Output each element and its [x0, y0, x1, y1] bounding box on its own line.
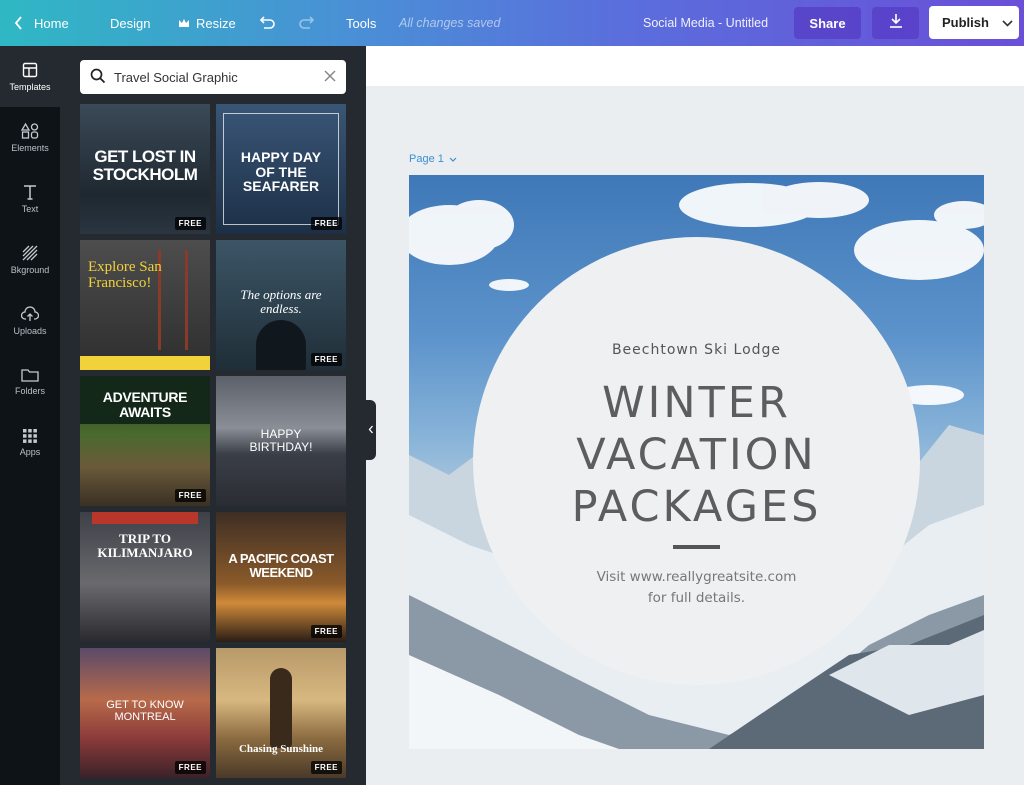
footer-line-2: for full details.: [647, 590, 746, 606]
resize-label: Resize: [196, 15, 236, 31]
date-band: [92, 512, 198, 524]
chevron-down-icon: [449, 153, 457, 165]
collapse-panel-button[interactable]: [366, 400, 376, 460]
sidebar-item-folders[interactable]: Folders: [0, 351, 60, 412]
template-title: TRIP TO KILIMANJARO: [97, 531, 193, 560]
search-input[interactable]: Travel Social Graphic: [114, 70, 238, 85]
design-canvas[interactable]: Beechtown Ski Lodge WINTER VACATION PACKAG…: [409, 175, 984, 749]
editor-toolbar: [366, 46, 1024, 86]
free-badge: FREE: [174, 489, 206, 502]
left-sidebar: Templates Elements Text Bkground Uploads…: [0, 46, 60, 785]
template-title: HAPPY BIRTHDAY!: [249, 427, 313, 454]
sidebar-item-uploads[interactable]: Uploads: [0, 290, 60, 351]
sidebar-item-label: Elements: [11, 142, 49, 153]
crown-icon: [178, 18, 190, 29]
sidebar-item-apps[interactable]: Apps: [0, 412, 60, 473]
template-title: A PACIFIC COAST WEEKEND: [228, 551, 334, 580]
sidebar-item-background[interactable]: Bkground: [0, 229, 60, 290]
sidebar-item-label: Text: [21, 203, 39, 214]
template-thumbnail[interactable]: ADVENTURE AWAITS FREE: [80, 376, 210, 506]
sidebar-item-text[interactable]: Text: [0, 168, 60, 229]
page-label: Page 1: [409, 153, 444, 165]
background-icon: [22, 245, 38, 261]
search-icon: [90, 68, 106, 87]
redo-button[interactable]: [298, 0, 316, 46]
sidebar-item-label: Uploads: [13, 325, 47, 336]
chevron-left-icon: [368, 421, 374, 439]
resize-button[interactable]: Resize: [178, 0, 236, 46]
sidebar-item-label: Apps: [19, 446, 41, 457]
free-badge: FREE: [174, 217, 206, 230]
template-thumbnail[interactable]: HAPPY BIRTHDAY!: [216, 376, 346, 506]
template-thumbnail[interactable]: Chasing Sunshine FREE: [216, 648, 346, 778]
publish-button[interactable]: Publish: [929, 6, 1019, 39]
chevron-down-icon: [1002, 15, 1013, 30]
folders-icon: [21, 368, 39, 382]
undo-icon: [258, 16, 276, 30]
chevron-left-icon: [14, 16, 24, 30]
search-field[interactable]: Travel Social Graphic: [80, 60, 346, 94]
sidebar-item-label: Bkground: [10, 264, 50, 275]
design-menu[interactable]: Design: [110, 0, 150, 46]
free-badge: FREE: [310, 761, 342, 774]
free-badge: FREE: [310, 625, 342, 638]
download-button[interactable]: [872, 7, 919, 39]
headline-text: WINTER VACATION PACKAGES: [571, 378, 822, 532]
sidebar-item-label: Templates: [9, 81, 51, 92]
footer-line-1: Visit www.reallygreatsite.com: [596, 569, 797, 585]
template-title: Explore San Francisco!: [88, 259, 162, 291]
apps-icon: [23, 428, 37, 443]
brand-name[interactable]: Beechtown Ski Lodge: [473, 342, 920, 358]
redo-icon: [298, 16, 316, 30]
close-icon[interactable]: [324, 69, 336, 85]
undo-button[interactable]: [258, 0, 276, 46]
person-silhouette: [270, 668, 292, 748]
free-badge: FREE: [310, 353, 342, 366]
uploads-icon: [21, 305, 39, 322]
divider: [673, 545, 720, 549]
share-button[interactable]: Share: [794, 7, 861, 39]
template-thumbnail[interactable]: A PACIFIC COAST WEEKEND FREE: [216, 512, 346, 642]
free-badge: FREE: [310, 217, 342, 230]
save-status: All changes saved: [399, 16, 501, 30]
template-title: Chasing Sunshine: [238, 743, 324, 755]
template-thumbnail[interactable]: Explore San Francisco!: [80, 240, 210, 370]
template-title: GET LOST IN STOCKHOLM: [92, 147, 198, 184]
download-icon: [888, 13, 904, 34]
template-thumbnail[interactable]: TRIP TO KILIMANJARO: [80, 512, 210, 642]
free-badge: FREE: [174, 761, 206, 774]
publish-label: Publish: [942, 15, 989, 30]
elements-icon: [21, 122, 39, 139]
sidebar-item-label: Folders: [14, 385, 45, 396]
footer-text[interactable]: Visit www.reallygreatsite.com for full d…: [473, 567, 920, 609]
template-thumbnail[interactable]: GET LOST IN STOCKHOLM FREE: [80, 104, 210, 234]
text-icon: [23, 184, 37, 200]
sidebar-item-elements[interactable]: Elements: [0, 107, 60, 168]
headline[interactable]: WINTER VACATION PACKAGES: [473, 377, 920, 533]
template-title: ADVENTURE AWAITS: [102, 389, 188, 420]
top-bar: Home Design Resize Tools All changes sav…: [0, 0, 1024, 46]
template-thumbnail[interactable]: GET TO KNOW MONTREAL FREE: [80, 648, 210, 778]
templates-icon: [22, 62, 38, 78]
template-thumbnail[interactable]: The options are endless. FREE: [216, 240, 346, 370]
template-title: The options are endless.: [240, 287, 322, 316]
sidebar-item-templates[interactable]: Templates: [0, 46, 60, 107]
title-circle[interactable]: Beechtown Ski Lodge WINTER VACATION PACKAG…: [473, 237, 920, 685]
yellow-strip: [80, 356, 210, 370]
tools-menu[interactable]: Tools: [346, 0, 376, 46]
page-selector[interactable]: Page 1: [409, 153, 457, 165]
document-title[interactable]: Social Media - Untitled: [643, 0, 768, 46]
template-title: GET TO KNOW MONTREAL: [106, 699, 184, 723]
template-thumbnail[interactable]: HAPPY DAY OF THE SEAFARER FREE: [216, 104, 346, 234]
templates-panel: Travel Social Graphic GET LOST IN STOCKH…: [60, 46, 366, 785]
person-silhouette: [256, 320, 306, 370]
home-button[interactable]: Home: [14, 0, 69, 46]
template-title: HAPPY DAY OF THE SEAFARER: [240, 149, 322, 195]
home-label: Home: [34, 15, 69, 31]
